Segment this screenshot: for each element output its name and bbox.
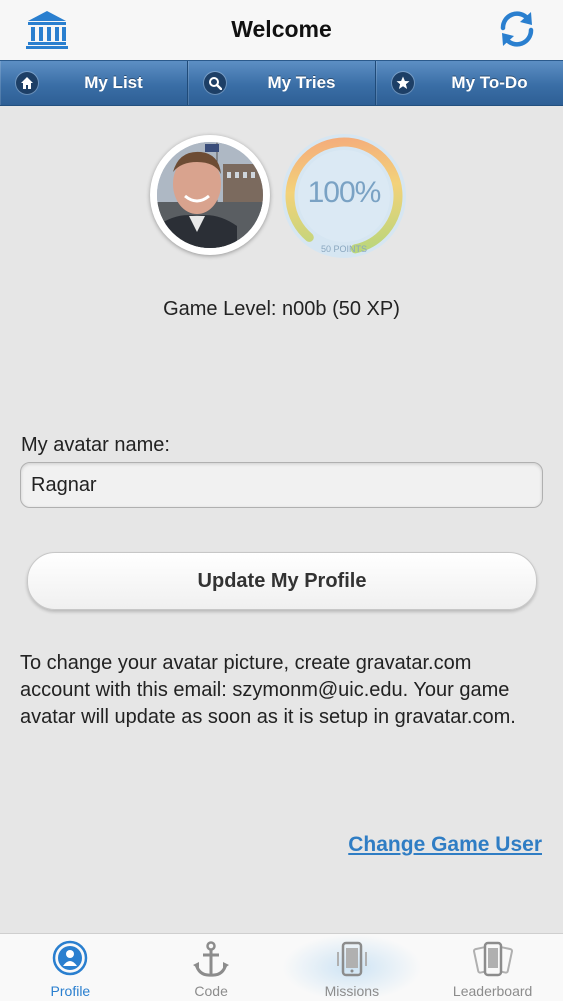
star-icon	[392, 72, 414, 94]
nav-my-list[interactable]: My List	[0, 61, 188, 105]
phones-icon	[472, 940, 513, 985]
page-title: Welcome	[231, 16, 332, 42]
avatar	[150, 135, 270, 255]
tab-profile[interactable]: Profile	[0, 934, 141, 1001]
change-game-user-link[interactable]: Change Game User	[348, 833, 542, 857]
refresh-icon[interactable]	[495, 8, 539, 50]
nav-my-todo-label: My To-Do	[451, 73, 528, 92]
search-icon	[204, 72, 226, 94]
update-profile-button[interactable]: Update My Profile	[27, 552, 537, 610]
tab-profile-label: Profile	[50, 983, 91, 999]
nav-my-tries-label: My Tries	[267, 73, 336, 92]
user-circle-icon	[52, 940, 88, 981]
avatar-name-input[interactable]	[20, 462, 543, 508]
tab-missions[interactable]: Missions	[281, 934, 423, 1001]
nav-my-todo[interactable]: My To-Do	[376, 61, 563, 105]
gravatar-info-text: To change your avatar picture, create gr…	[20, 652, 516, 728]
game-level-text: Game Level: n00b (50 XP)	[163, 298, 400, 320]
nav-my-tries[interactable]: My Tries	[188, 61, 376, 105]
tab-code[interactable]: Code	[141, 934, 282, 1001]
tab-code-label: Code	[194, 983, 228, 999]
top-nav: My List My Tries My To-Do	[0, 60, 563, 106]
anchor-icon	[191, 940, 231, 985]
tab-missions-label: Missions	[324, 983, 380, 999]
phone-icon	[334, 940, 370, 985]
avatar-photo	[157, 142, 263, 248]
gauge-points: 50 POINTS	[320, 244, 367, 254]
gauge-percent: 100%	[307, 176, 382, 209]
home-icon	[16, 72, 38, 94]
avatar-name-label: My avatar name:	[21, 434, 170, 456]
nav-my-list-label: My List	[84, 73, 143, 92]
bottom-tab-bar: Profile Code Missions Leaderboard	[0, 933, 563, 1001]
tab-leaderboard[interactable]: Leaderboard	[422, 934, 563, 1001]
tab-leaderboard-label: Leaderboard	[452, 983, 533, 999]
header-bar: Welcome	[0, 0, 563, 61]
